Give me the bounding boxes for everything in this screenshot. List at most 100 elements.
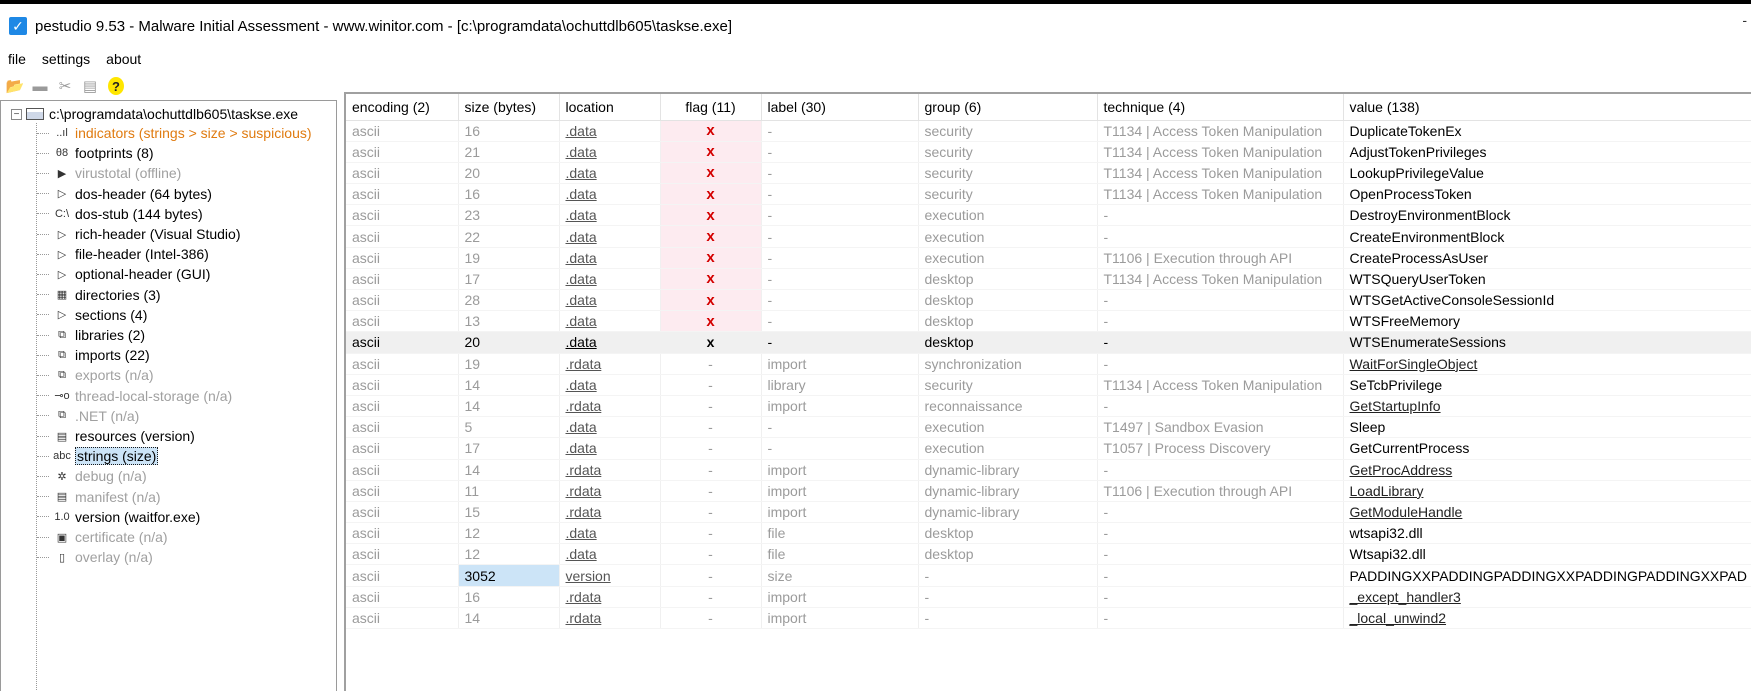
expand-arrow-icon[interactable]: ▷ [53,226,71,242]
tree-item[interactable]: ▶ virustotal (offline) [37,163,181,183]
minimize-button[interactable]: - [1742,12,1747,28]
table-row[interactable]: ascii 14 .rdata - import dynamic-library - GetP… [346,459,1751,481]
cell-technique: T1134 | Access Token Manipulation [1097,374,1344,396]
col-encoding-header[interactable]: encoding (2) [346,94,459,121]
cell-label: import [761,480,919,502]
table-row[interactable]: ascii 20 .data x - security T1134 | Access Tok… [346,162,1751,185]
tree-item[interactable]: ⧉ imports (22) [37,345,150,365]
tree-item[interactable]: ▷ file-header (Intel-386) [37,244,209,264]
tree-item[interactable]: 1.0 version (waitfor.exe) [37,507,200,527]
expand-arrow-icon[interactable]: ▷ [53,307,71,323]
tree-item[interactable]: ▷ dos-header (64 bytes) [37,184,212,204]
table-row[interactable]: ascii 17 .data - - execution T1057 | Process D… [346,437,1751,460]
tree-branch-line [37,374,49,376]
tree-item-label: manifest (n/a) [75,488,161,505]
tree-item[interactable]: θ8 footprints (8) [37,143,154,163]
cell-label: import [761,607,919,630]
table-row[interactable]: ascii 11 .rdata - import dynamic-library T1106… [346,480,1751,502]
col-size-header[interactable]: size (bytes) [458,94,560,121]
table-row[interactable]: ascii 20 .data x - desktop - WTSEnumerateSessio… [346,331,1751,354]
cell-label: library [761,374,919,396]
cell-value: LoadLibrary [1343,480,1751,502]
list-icon[interactable]: ▤ [79,75,101,97]
table-row[interactable]: ascii 19 .data x - execution T1106 | Execution… [346,247,1751,269]
cell-size: 14 [458,395,560,418]
tree-branch-line [37,152,49,154]
help-icon[interactable]: ? [108,77,124,95]
tree-item[interactable]: ✲ debug (n/a) [37,466,147,486]
collapse-icon[interactable]: − [11,108,22,120]
table-row[interactable]: ascii 12 .data - file desktop - wtsapi32.dll [346,522,1751,545]
cell-location: .rdata [559,395,661,418]
tree-item[interactable]: C:\ dos-stub (144 bytes) [37,204,203,224]
tree-item[interactable]: ⧉ libraries (2) [37,325,145,345]
tree-branch-line [37,233,49,235]
cell-technique: T1134 | Access Token Manipulation [1097,268,1344,291]
tree-item-label: indicators (strings > size > suspicious) [75,125,312,141]
tree-item[interactable]: ⧉ exports (n/a) [37,365,154,385]
cell-value: DuplicateTokenEx [1343,120,1751,142]
indicators-icon: ..ıl [56,127,68,139]
table-row[interactable]: ascii 3052 version - size - - PADDINGXXPADDINGP… [346,564,1751,587]
table-row[interactable]: ascii 19 .rdata - import synchronization - Wait… [346,353,1751,375]
tree-branch-line [37,132,49,134]
table-row[interactable]: ascii 15 .rdata - import dynamic-library - GetM… [346,501,1751,524]
tree-item[interactable]: ⧉ .NET (n/a) [37,406,139,426]
open-icon[interactable]: 📂 [4,75,26,97]
tree-item[interactable]: ⊸o thread-local-storage (n/a) [37,386,232,406]
table-row[interactable]: ascii 12 .data - file desktop - Wtsapi32.dll [346,543,1751,566]
table-row[interactable]: ascii 23 .data x - execution - DestroyEnvironme… [346,204,1751,227]
cell-value: WTSQueryUserToken [1343,268,1751,291]
toolbar: 📂 ▬ ✂ ▤ ? [0,74,127,98]
tree-item[interactable]: ▯ overlay (n/a) [37,547,153,567]
table-row[interactable]: ascii 17 .data x - desktop T1134 | Access Toke… [346,268,1751,291]
tree-item[interactable]: ▷ sections (4) [37,305,147,325]
tree-branch-line [37,193,49,195]
strings-table-panel: encoding (2) size (bytes) location flag … [344,92,1751,691]
cell-label: - [761,416,919,439]
expand-arrow-icon[interactable]: ▷ [53,266,71,282]
col-location-header[interactable]: location [559,94,661,121]
tree-item[interactable]: ▤ manifest (n/a) [37,487,161,507]
tree-root[interactable]: − c:\programdata\ochuttdlb605\taskse.exe [11,105,298,123]
cell-encoding: ascii [346,353,459,375]
table-row[interactable]: ascii 14 .rdata - import - - _local_unwind2 [346,607,1751,630]
col-label-header[interactable]: label (30) [761,94,919,121]
expand-arrow-icon[interactable]: ▷ [53,246,71,262]
menu-file[interactable]: file [8,51,26,67]
table-row[interactable]: ascii 5 .data - - execution T1497 | Sandbox Ev… [346,416,1751,439]
table-row[interactable]: ascii 16 .data x - security T1134 | Access Tok… [346,183,1751,206]
table-row[interactable]: ascii 28 .data x - desktop - WTSGetActiveConsol… [346,289,1751,312]
cell-group: - [918,586,1098,608]
menu-about[interactable]: about [106,51,141,67]
cut-icon[interactable]: ✂ [54,75,76,97]
save-icon[interactable]: ▬ [29,75,51,97]
table-row[interactable]: ascii 22 .data x - execution - CreateEnvironmen… [346,225,1751,248]
executable-icon [26,108,44,120]
tree-item[interactable]: ▣ certificate (n/a) [37,527,168,547]
table-row[interactable]: ascii 21 .data x - security T1134 | Access Tok… [346,141,1751,163]
cell-label: - [761,183,919,206]
tree-item[interactable]: ▷ optional-header (GUI) [37,264,210,284]
col-group-header[interactable]: group (6) [918,94,1098,121]
cell-size: 19 [458,353,560,375]
tree-item[interactable]: abc strings (size) [37,446,159,466]
cell-size: 17 [458,268,560,291]
table-row[interactable]: ascii 16 .data x - security T1134 | Access Tok… [346,120,1751,142]
col-technique-header[interactable]: technique (4) [1097,94,1344,121]
expand-arrow-icon[interactable]: ▷ [53,186,71,202]
table-row[interactable]: ascii 14 .data - library security T1134 | Acce… [346,374,1751,396]
col-value-header[interactable]: value (138) [1343,94,1751,121]
table-row[interactable]: ascii 16 .rdata - import - - _except_handler3 [346,586,1751,608]
tree-item[interactable]: ▤ resources (version) [37,426,195,446]
tree-item-label: optional-header (GUI) [75,266,211,283]
tree-item[interactable]: ..ıl indicators (strings > size > suspici… [37,123,312,143]
tree-item[interactable]: ▦ directories (3) [37,285,161,305]
cell-flag: - [660,607,762,630]
table-row[interactable]: ascii 14 .rdata - import reconnaissance - GetSt… [346,395,1751,418]
table-row[interactable]: ascii 13 .data x - desktop - WTSFreeMemory [346,310,1751,333]
menu-settings[interactable]: settings [42,51,90,67]
tree-item[interactable]: ▷ rich-header (Visual Studio) [37,224,241,244]
col-flag-header[interactable]: flag (11) [660,94,762,121]
cell-flag: x [660,247,762,269]
